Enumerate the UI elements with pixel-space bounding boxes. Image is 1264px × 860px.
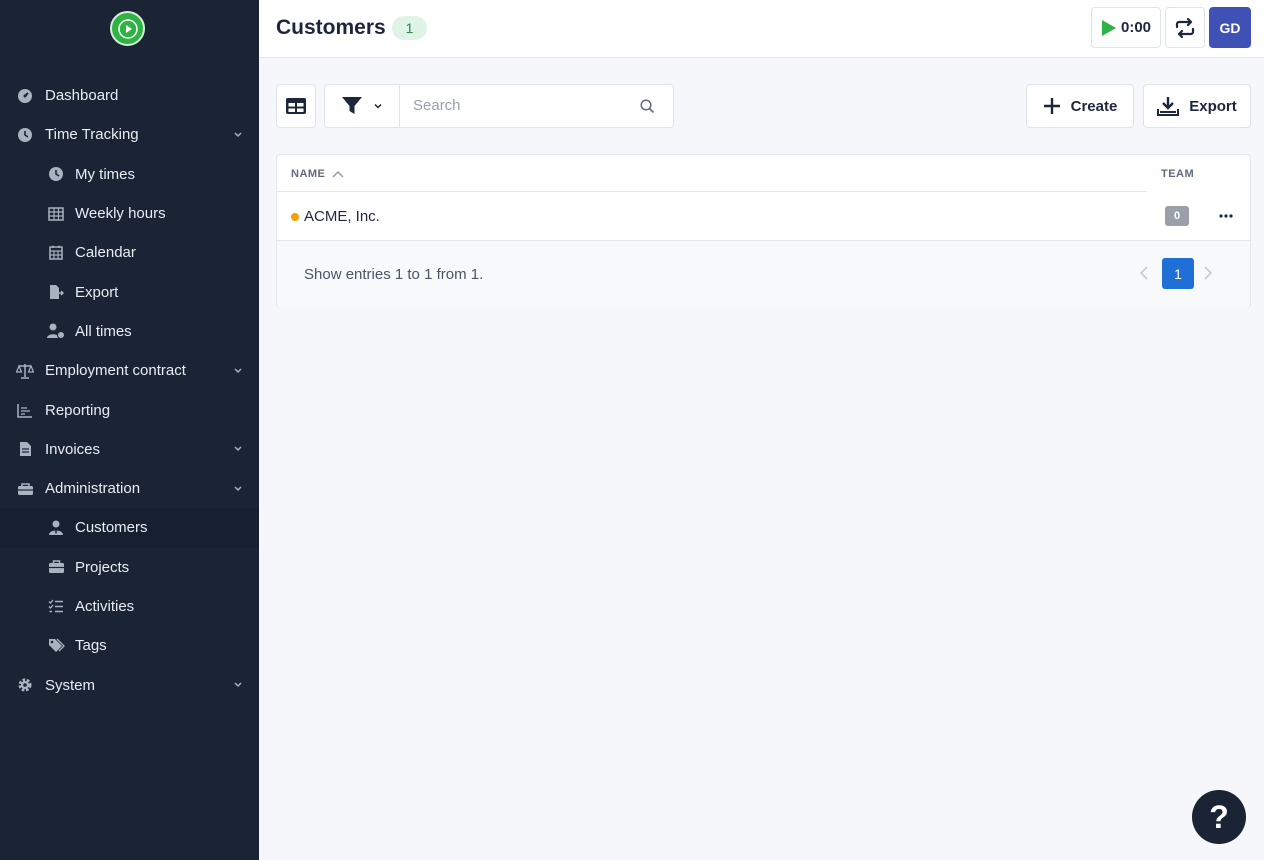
create-label: Create: [1070, 97, 1118, 115]
chevron-right-icon[interactable]: [1203, 265, 1213, 286]
toolbox-icon: [16, 480, 34, 498]
table-view-button[interactable]: [276, 84, 316, 128]
sidebar-nav: Dashboard Time Tracking My times Weekly …: [0, 76, 259, 705]
sidebar-item-employment-contract[interactable]: Employment contract: [0, 351, 259, 390]
team-count-badge: 0: [1165, 206, 1189, 226]
table-icon: [286, 98, 306, 114]
chevron-down-icon: [233, 441, 243, 458]
play-icon: [1101, 19, 1116, 36]
column-header-name[interactable]: NAME: [291, 168, 344, 180]
chevron-left-icon[interactable]: [1139, 265, 1149, 286]
chevron-down-icon: [233, 677, 243, 694]
sidebar-item-label: Time Tracking: [45, 126, 139, 144]
sidebar-item-export[interactable]: Export: [0, 272, 259, 311]
page-title: Customers: [276, 16, 386, 39]
chevron-down-icon: [374, 103, 382, 109]
sidebar-item-time-tracking[interactable]: Time Tracking: [0, 115, 259, 154]
sidebar-item-activities[interactable]: Activities: [0, 587, 259, 626]
sidebar-item-label: System: [45, 676, 96, 694]
sidebar-item-label: Calendar: [75, 244, 136, 262]
sidebar-item-my-times[interactable]: My times: [0, 155, 259, 194]
customer-color-dot: [291, 213, 299, 221]
sidebar-item-weekly-hours[interactable]: Weekly hours: [0, 194, 259, 233]
search-icon[interactable]: [640, 99, 655, 119]
create-button[interactable]: Create: [1026, 84, 1134, 128]
filter-icon: [342, 97, 362, 114]
customer-count-badge: 1: [392, 16, 427, 40]
sidebar-item-label: Employment contract: [45, 362, 186, 380]
sidebar-item-projects[interactable]: Projects: [0, 548, 259, 587]
scale-icon: [16, 362, 34, 380]
briefcase-icon: [47, 558, 65, 576]
repeat-button[interactable]: [1165, 7, 1205, 48]
sidebar-item-label: Invoices: [45, 440, 101, 458]
export-label: Export: [1189, 97, 1237, 115]
clock-icon: [16, 126, 34, 144]
start-timer-button[interactable]: 0:00: [1091, 7, 1161, 48]
sidebar-item-label: Export: [75, 283, 119, 301]
customer-name[interactable]: ACME, Inc.: [304, 208, 380, 225]
file-export-icon: [47, 283, 65, 301]
sidebar: Dashboard Time Tracking My times Weekly …: [0, 0, 259, 860]
help-button[interactable]: ?: [1192, 790, 1246, 844]
table-header: NAME TEAM: [277, 155, 1250, 192]
page-button-1[interactable]: 1: [1162, 258, 1194, 289]
timer-value: 0:00: [1120, 19, 1152, 36]
download-icon: [1157, 97, 1180, 116]
clock-icon: [47, 165, 65, 183]
export-button[interactable]: Export: [1143, 84, 1251, 128]
sidebar-item-customers[interactable]: Customers: [0, 508, 259, 548]
sidebar-item-tags[interactable]: Tags: [0, 626, 259, 665]
tags-icon: [47, 637, 65, 655]
user-tie-icon: [47, 519, 65, 537]
sidebar-item-dashboard[interactable]: Dashboard: [0, 76, 259, 115]
dashboard-icon: [16, 87, 34, 105]
sidebar-item-label: Activities: [75, 598, 135, 615]
chevron-down-icon: [233, 480, 243, 497]
sort-ascending-icon: [332, 171, 344, 178]
sidebar-item-calendar[interactable]: Calendar: [0, 233, 259, 272]
table-grid-icon: [47, 205, 65, 223]
sidebar-item-label: Tags: [75, 637, 107, 655]
play-logo-icon: [117, 18, 138, 39]
table-row[interactable]: ACME, Inc. 0: [277, 192, 1250, 241]
search-input[interactable]: [413, 97, 633, 114]
app-logo[interactable]: [110, 11, 145, 46]
sidebar-item-label: All times: [75, 322, 132, 340]
sidebar-item-label: Projects: [75, 558, 130, 576]
sidebar-item-label: My times: [75, 165, 135, 183]
sidebar-item-administration[interactable]: Administration: [0, 469, 259, 508]
chevron-down-icon: [233, 126, 243, 143]
sidebar-item-label: Dashboard: [45, 87, 119, 105]
invoice-icon: [16, 440, 34, 458]
chevron-down-icon: [233, 362, 243, 379]
filter-button[interactable]: [324, 84, 400, 128]
column-header-team[interactable]: TEAM: [1161, 168, 1194, 180]
sidebar-item-invoices[interactable]: Invoices: [0, 430, 259, 469]
sidebar-item-label: Weekly hours: [75, 205, 166, 223]
user-avatar[interactable]: GD: [1209, 7, 1251, 48]
chart-line-icon: [16, 401, 34, 419]
sidebar-item-reporting[interactable]: Reporting: [0, 390, 259, 429]
repeat-icon: [1175, 17, 1195, 38]
table-footer: Show entries 1 to 1 from 1. 1: [277, 241, 1250, 308]
user-clock-icon: [47, 322, 65, 340]
sidebar-item-all-times[interactable]: All times: [0, 312, 259, 351]
list-check-icon: [47, 598, 65, 616]
customers-table: NAME TEAM ACME, Inc. 0 Show entries 1 to…: [276, 154, 1251, 308]
sidebar-item-label: Reporting: [45, 401, 111, 419]
sidebar-item-label: Customers: [75, 519, 148, 537]
sidebar-item-system[interactable]: System: [0, 665, 259, 704]
top-header: Customers 1 0:00 GD: [259, 0, 1264, 58]
gear-icon: [16, 676, 34, 694]
more-actions-icon[interactable]: [1217, 208, 1235, 224]
pagination-summary: Show entries 1 to 1 from 1.: [304, 266, 484, 283]
sidebar-item-label: Administration: [45, 480, 141, 498]
plus-icon: [1043, 98, 1060, 114]
search-box: [399, 84, 674, 128]
calendar-icon: [47, 244, 65, 262]
